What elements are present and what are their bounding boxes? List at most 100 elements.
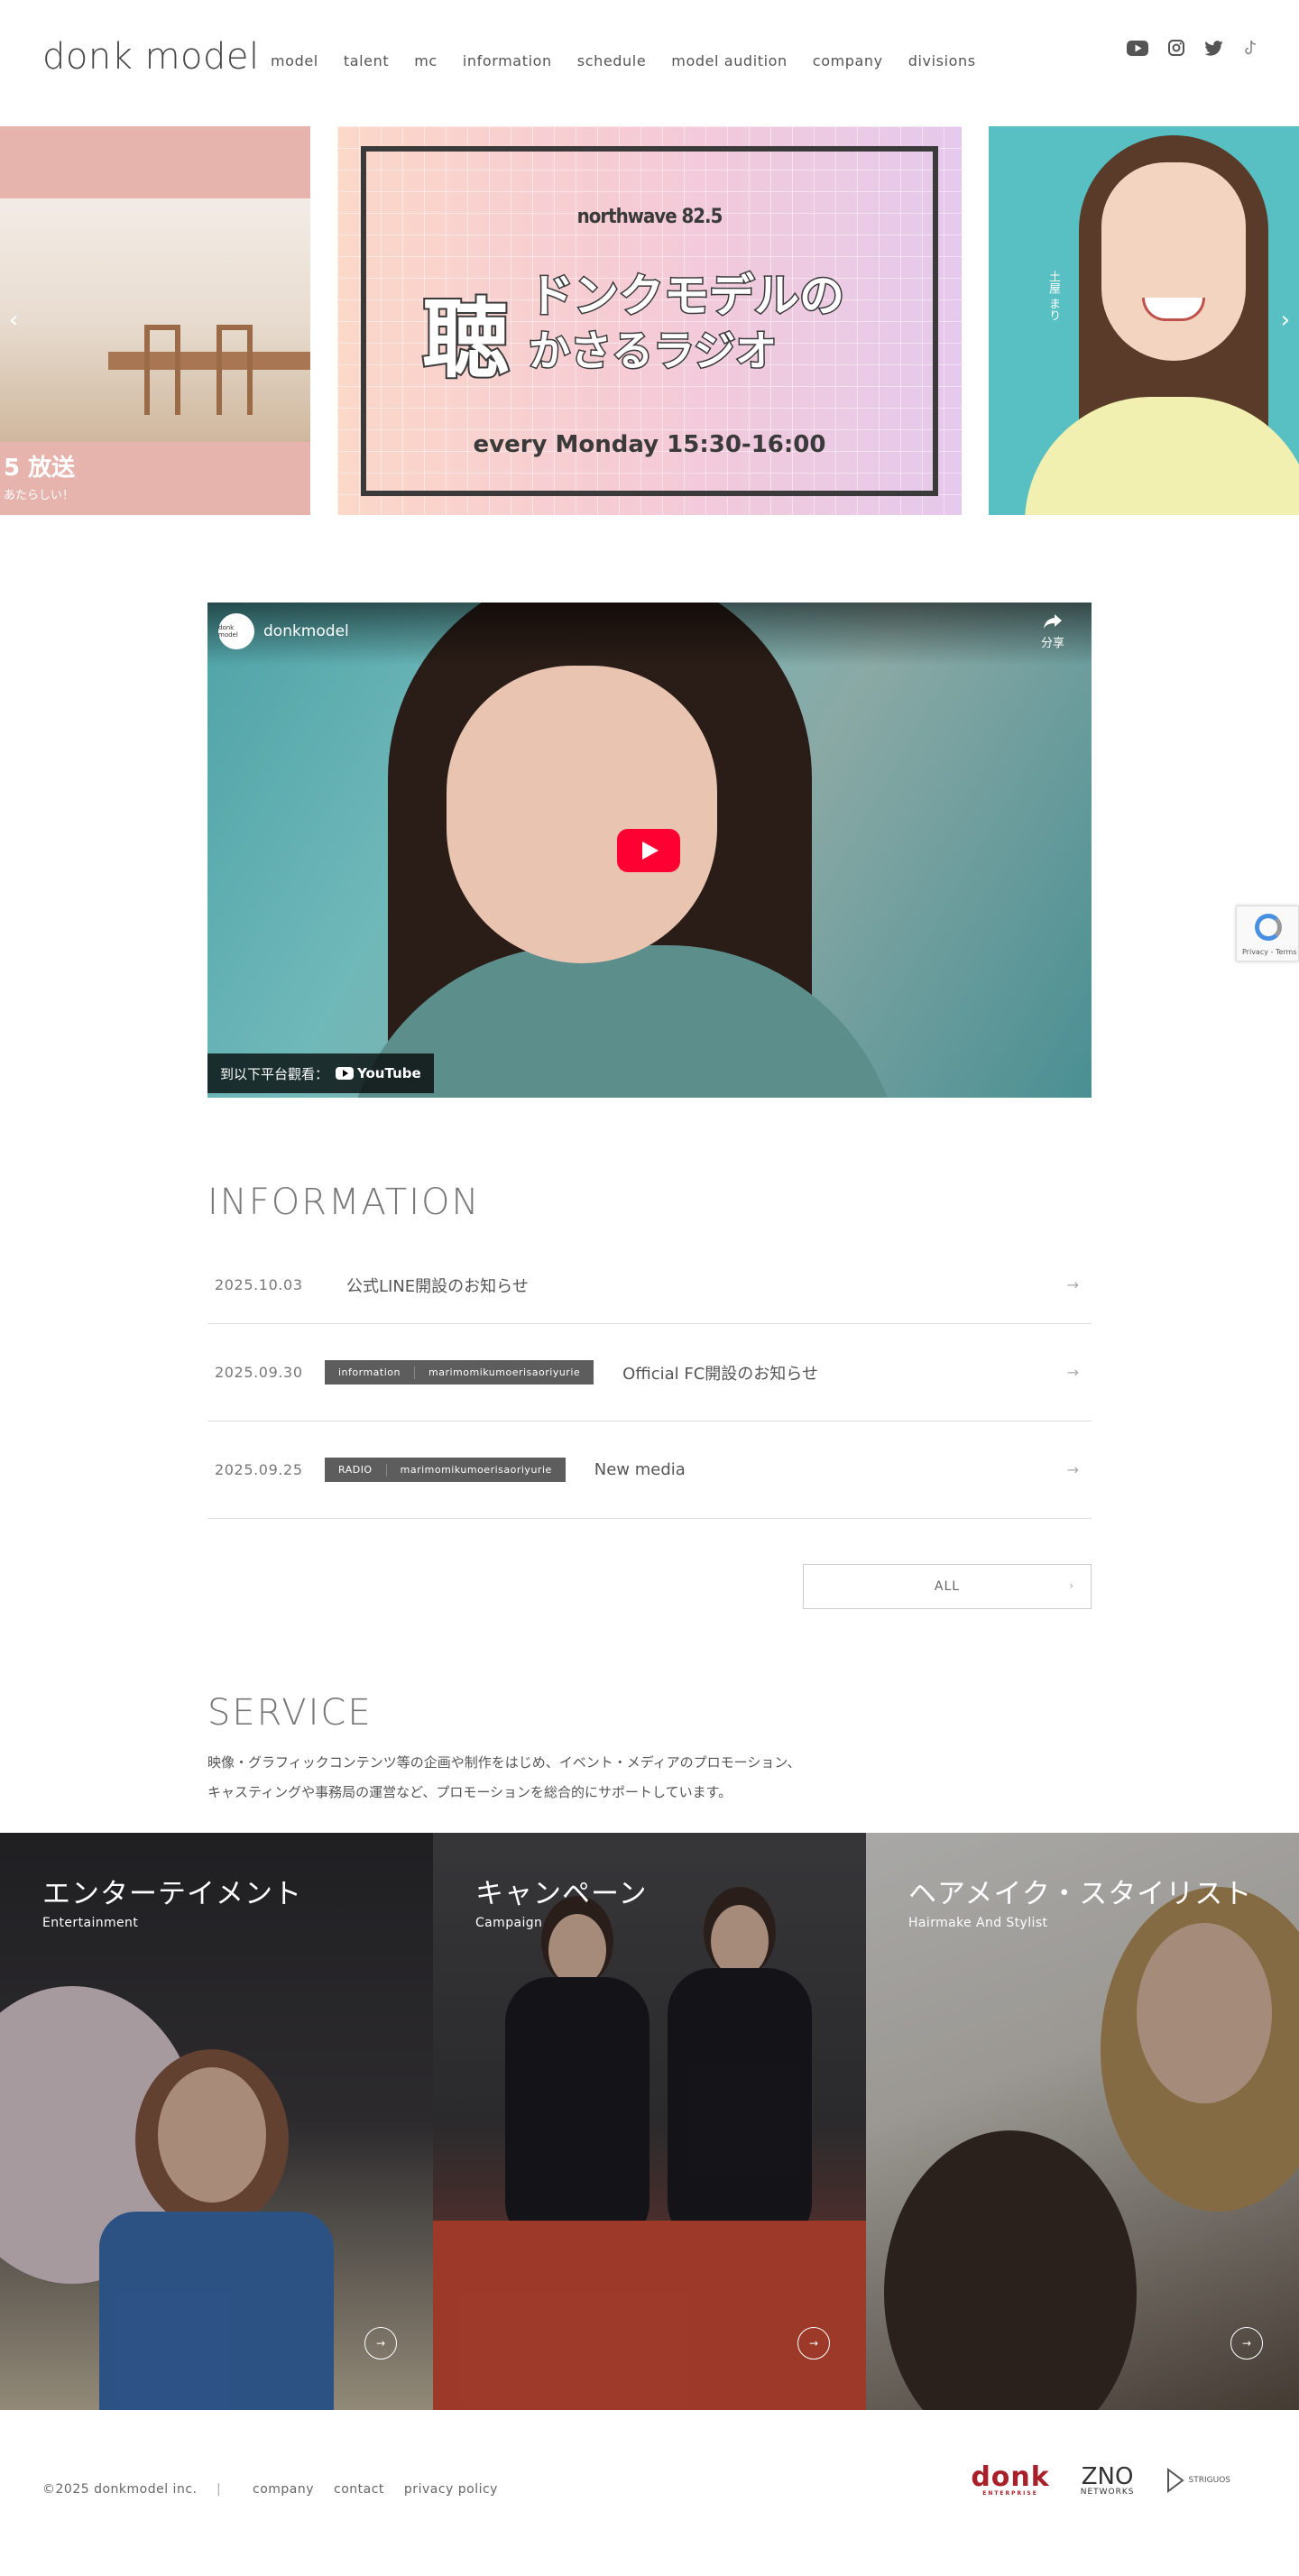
nav-item-talent[interactable]: talent [344,52,389,69]
service-heading: SERVICE [207,1692,373,1734]
service-desc-line: 映像・グラフィックコンテンツ等の企画や制作をはじめ、イベント・メディアのプロモー… [207,1754,801,1771]
channel-name[interactable]: donkmodel [263,622,349,640]
information-heading: INFORMATION [207,1182,481,1223]
radio-banner: northwave 82.5 聴 ドンクモデルの かさるラジオ every Mo… [361,146,938,496]
info-tags: information marimomikumoerisaoriyurie [325,1360,594,1385]
striguos-logo-text: STRIGUOS [1188,2476,1230,2485]
striguos-logo[interactable]: STRIGUOS [1165,2467,1230,2494]
list-item[interactable]: 2025.10.03 公式LINE開設のお知らせ → [207,1247,1092,1324]
info-tag[interactable]: marimomikumoerisaoriyurie [387,1464,566,1477]
instagram-icon[interactable] [1168,40,1184,60]
service-card-subtitle: Entertainment [42,1916,139,1930]
watch-on-youtube[interactable]: 到以下平台觀看： YouTube [207,1053,434,1093]
nav-item-model[interactable]: model [271,52,318,69]
youtube-icon[interactable] [1127,40,1148,60]
tiktok-icon[interactable] [1243,40,1258,60]
service-card-entertainment[interactable]: エンターテイメント Entertainment → [0,1833,433,2410]
zno-networks-logo[interactable]: ZNO NETWORKS [1081,2465,1135,2497]
nav-item-schedule[interactable]: schedule [577,52,647,69]
nav-item-information[interactable]: information [463,52,552,69]
service-card-campaign[interactable]: キャンペーン Campaign → [433,1833,866,2410]
service-card-subtitle: Hairmake And Stylist [908,1916,1048,1930]
slide-prev[interactable]: 5 放送 あたらしい！ ‹ [0,126,310,515]
nav-item-mc[interactable]: mc [414,52,438,69]
site-footer: ©2025 donkmodel inc. | company contact p… [0,2410,1299,2576]
donk-logo-sub: ENTERPRISE [982,2490,1038,2497]
service-cards: エンターテイメント Entertainment → キャンペーン Campaig… [0,1833,1299,2410]
arrow-right-icon[interactable]: → [364,2327,397,2360]
arrow-right-icon: → [1066,1276,1079,1293]
copyright: ©2025 donkmodel inc. [42,2482,198,2497]
main-nav: model talent mc information schedule mod… [271,52,976,69]
zno-logo-sub: NETWORKS [1080,2487,1135,2497]
all-information-button[interactable]: ALL › [803,1564,1092,1609]
slide-prev-image: 5 放送 あたらしい！ [0,198,310,502]
info-title[interactable]: New media [594,1460,1092,1479]
service-desc-line: キャスティングや事務局の運営など、プロモーションを総合的にサポートしています。 [207,1784,732,1800]
info-date: 2025.09.30 [215,1364,303,1381]
twitter-icon[interactable] [1204,40,1223,60]
service-card-hairmake[interactable]: ヘアメイク・スタイリスト Hairmake And Stylist → [866,1833,1299,2410]
slide-prev-caption: 5 放送 [4,455,76,482]
recaptcha-icon [1255,914,1282,941]
donk-logo-text: donk [971,2461,1050,2493]
footer-nav: company contact privacy policy [253,2482,498,2497]
information-list: 2025.10.03 公式LINE開設のお知らせ → 2025.09.30 in… [207,1247,1092,1519]
footer-link-contact[interactable]: contact [334,2482,384,2497]
service-card-title: キャンペーン [475,1878,648,1910]
watch-on-label: 到以下平台觀看： [220,1065,329,1082]
recaptcha-terms[interactable]: Privacy - Terms [1242,948,1297,956]
arrow-right-icon: → [1066,1461,1079,1478]
info-date: 2025.10.03 [215,1276,303,1293]
list-item[interactable]: 2025.09.25 RADIO marimomikumoerisaoriyur… [207,1421,1092,1519]
footer-link-company[interactable]: company [253,2482,314,2497]
radio-title-line2: かさるラジオ [527,326,778,377]
slider-next-arrow-icon[interactable]: › [1281,307,1290,334]
arrow-right-icon[interactable]: → [1230,2327,1263,2360]
site-logo[interactable]: donk model [42,36,260,78]
slide-prev-subcaption: あたらしい！ [4,489,75,502]
info-title[interactable]: 公式LINE開設のお知らせ [325,1274,1092,1297]
slide-current[interactable]: northwave 82.5 聴 ドンクモデルの かさるラジオ every Mo… [337,126,962,515]
recaptcha-badge[interactable]: Privacy - Terms [1236,906,1299,961]
info-tag[interactable]: RADIO [325,1463,387,1477]
striguos-mark-icon [1166,2468,1184,2493]
service-card-title: ヘアメイク・スタイリスト [908,1878,1253,1910]
footer-link-privacy[interactable]: privacy policy [404,2482,498,2497]
share-button[interactable]: 分享 [1041,613,1064,650]
radio-schedule: every Monday 15:30-16:00 [473,431,826,458]
donk-enterprise-logo[interactable]: donk ENTERPRISE [971,2464,1049,2497]
nav-item-model-audition[interactable]: model audition [671,52,788,69]
arrow-right-icon[interactable]: → [797,2327,830,2360]
arrow-right-icon: → [1066,1364,1079,1381]
nav-item-divisions[interactable]: divisions [908,52,976,69]
youtube-logo: YouTube [336,1065,421,1081]
info-tag[interactable]: information [325,1366,415,1379]
chevron-right-icon: › [1069,1579,1074,1592]
info-tags: RADIO marimomikumoerisaoriyurie [325,1458,566,1482]
play-button[interactable] [617,829,680,872]
list-item[interactable]: 2025.09.30 information marimomikumoerisa… [207,1324,1092,1421]
nav-item-company[interactable]: company [813,52,883,69]
share-label: 分享 [1040,637,1064,650]
youtube-play-icon [336,1067,355,1080]
radio-title-kanji: 聴 [420,287,511,391]
info-date: 2025.09.25 [215,1461,303,1478]
share-icon [1043,614,1062,629]
group-brands: donk ENTERPRISE ZNO NETWORKS STRIGUOS [971,2464,1230,2497]
channel-avatar[interactable]: donk model [218,613,254,649]
radio-title-line1: ドンクモデルの [528,269,846,324]
zno-logo-text: ZNO [1081,2462,1134,2490]
hero-slider[interactable]: 5 放送 あたらしい！ ‹ northwave 82.5 聴 ドンクモデルの か… [0,126,1299,515]
slide-next[interactable]: 土屋 まり › [989,126,1299,515]
footer-divider: | [216,2482,221,2497]
slider-prev-arrow-icon[interactable]: ‹ [9,307,18,334]
all-button-label: ALL [934,1579,961,1594]
info-title[interactable]: Official FC開設のお知らせ [622,1361,1092,1385]
youtube-logo-text: YouTube [357,1065,421,1081]
slide-next-name: 土屋 まり [1046,271,1060,322]
youtube-embed[interactable]: donk model donkmodel 分享 到以下平台觀看： YouTube [207,603,1092,1098]
service-card-title: エンターテイメント [42,1878,302,1910]
info-tag[interactable]: marimomikumoerisaoriyurie [415,1366,594,1379]
service-description: 映像・グラフィックコンテンツ等の企画や制作をはじめ、イベント・メディアのプロモー… [207,1748,800,1808]
